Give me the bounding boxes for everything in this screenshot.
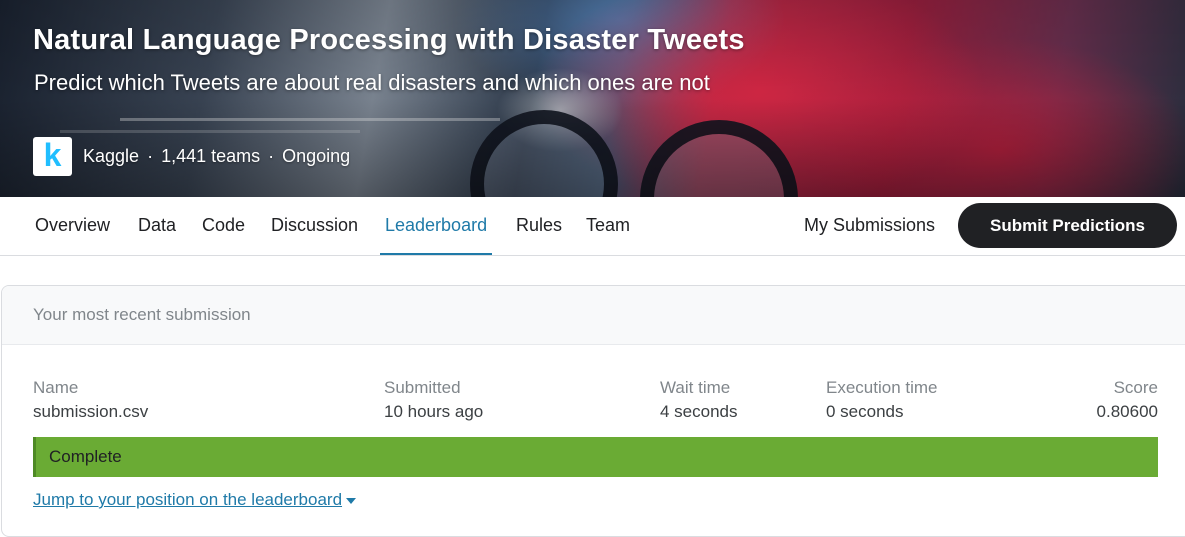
submitted-time: 10 hours ago <box>384 402 484 421</box>
column-label: Name <box>33 378 79 397</box>
column-label: Score <box>1113 378 1158 397</box>
tab-team[interactable]: Team <box>586 197 630 255</box>
kaggle-logo-icon[interactable]: k <box>33 136 72 176</box>
card-header: Your most recent submission <box>2 286 1185 345</box>
score-value: 0.80600 <box>1096 402 1158 421</box>
column-label: Wait time <box>660 378 731 397</box>
meta-separator: · <box>268 145 275 166</box>
my-submissions-link[interactable]: My Submissions <box>804 197 935 255</box>
execution-time-value: 0 seconds <box>826 402 904 421</box>
competition-meta: k Kaggle · 1,441 teams · Ongoing <box>33 136 350 176</box>
submission-name-column: Name submission.csv <box>33 378 148 422</box>
competition-header-banner: Natural Language Processing with Disaste… <box>0 0 1185 197</box>
competition-subtitle: Predict which Tweets are about real disa… <box>34 70 710 95</box>
team-count: 1,441 teams <box>161 145 261 166</box>
recent-submission-card: Your most recent submission Name submiss… <box>1 285 1185 537</box>
score-column: Score 0.80600 <box>1097 378 1158 422</box>
competition-title: Natural Language Processing with Disaste… <box>33 24 745 56</box>
kaggle-logo-letter: k <box>43 137 62 173</box>
jump-to-leaderboard-link[interactable]: Jump to your position on the leaderboard <box>33 490 357 510</box>
wait-time-value: 4 seconds <box>660 402 738 421</box>
execution-time-column: Execution time 0 seconds <box>826 378 938 422</box>
jump-link-label: Jump to your position on the leaderboard <box>33 490 343 509</box>
submit-predictions-button[interactable]: Submit Predictions <box>958 203 1177 248</box>
tab-data[interactable]: Data <box>138 197 176 255</box>
tab-overview[interactable]: Overview <box>35 197 110 255</box>
tab-discussion[interactable]: Discussion <box>271 197 358 255</box>
status-label: Complete <box>49 447 122 466</box>
column-label: Submitted <box>384 378 461 397</box>
submission-filename: submission.csv <box>33 402 149 421</box>
wait-time-column: Wait time 4 seconds <box>660 378 738 422</box>
meta-separator: · <box>147 145 154 166</box>
submitted-column: Submitted 10 hours ago <box>384 378 483 422</box>
submission-status-bar: Complete <box>33 437 1158 477</box>
tab-code[interactable]: Code <box>202 197 245 255</box>
column-label: Execution time <box>826 378 938 397</box>
competition-status: Ongoing <box>282 145 351 166</box>
tab-rules[interactable]: Rules <box>516 197 562 255</box>
host-name[interactable]: Kaggle <box>83 146 139 167</box>
competition-nav: Overview Data Code Discussion Leaderboar… <box>0 197 1185 256</box>
tab-leaderboard[interactable]: Leaderboard <box>379 197 493 255</box>
caret-down-icon <box>346 497 357 504</box>
